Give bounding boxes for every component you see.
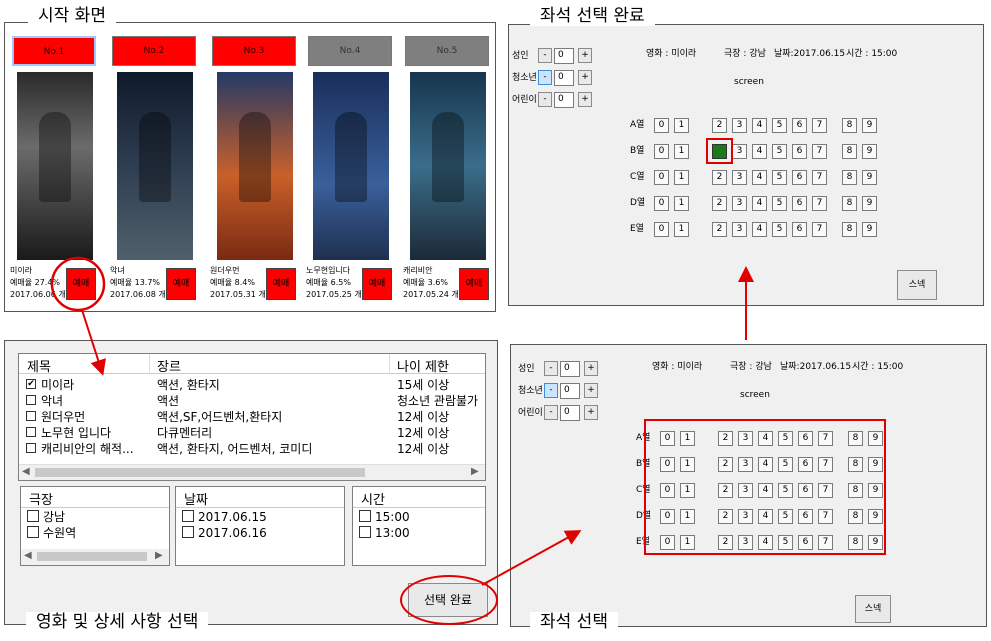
reserve-highlight-ellipse — [50, 256, 106, 312]
arrow-to-seat-select — [481, 530, 582, 586]
annotation-arrows — [50, 256, 754, 586]
arrow-to-movie-list — [81, 309, 106, 376]
